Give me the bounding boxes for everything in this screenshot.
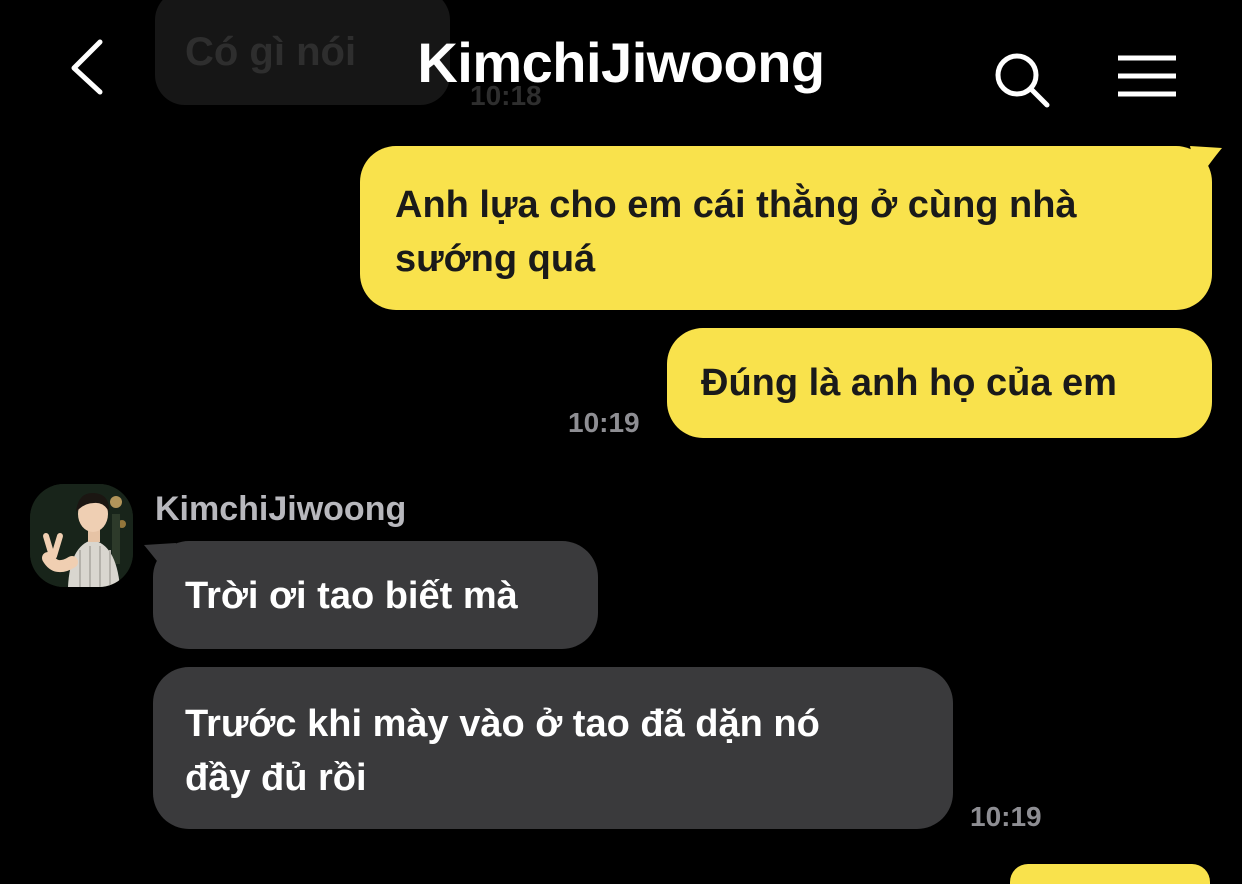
avatar[interactable] [30,484,133,587]
outgoing-message[interactable]: Đúng là anh họ của em [667,328,1212,438]
outgoing-message[interactable]: Anh lựa cho em cái thằng ở cùng nhà sướn… [360,146,1212,310]
message-line: sướng quá [395,238,596,280]
sender-name: KimchiJiwoong [155,490,407,528]
incoming-message[interactable]: Trước khi mày vào ở tao đã dặn nó đầy đủ… [153,667,953,829]
next-outgoing-message[interactable] [1010,864,1210,884]
search-icon [995,53,1050,108]
search-button[interactable] [990,48,1054,112]
message-line: Trước khi mày vào ở tao đã dặn nó [185,703,820,745]
incoming-message[interactable]: Trời ơi tao biết mà [153,541,598,649]
message-line: Đúng là anh họ của em [701,362,1117,404]
message-timestamp: 10:19 [970,801,1042,832]
message-line: Anh lựa cho em cái thằng ở cùng nhà [395,184,1077,226]
menu-button[interactable] [1110,48,1184,108]
message-timestamp: 10:19 [568,407,640,438]
message-line: đầy đủ rồi [185,757,367,799]
message-line: Trời ơi tao biết mà [185,575,518,617]
avatar-photo [30,484,133,587]
chat-title: KimchiJiwoong [417,31,825,94]
hamburger-menu-icon [1118,55,1176,97]
